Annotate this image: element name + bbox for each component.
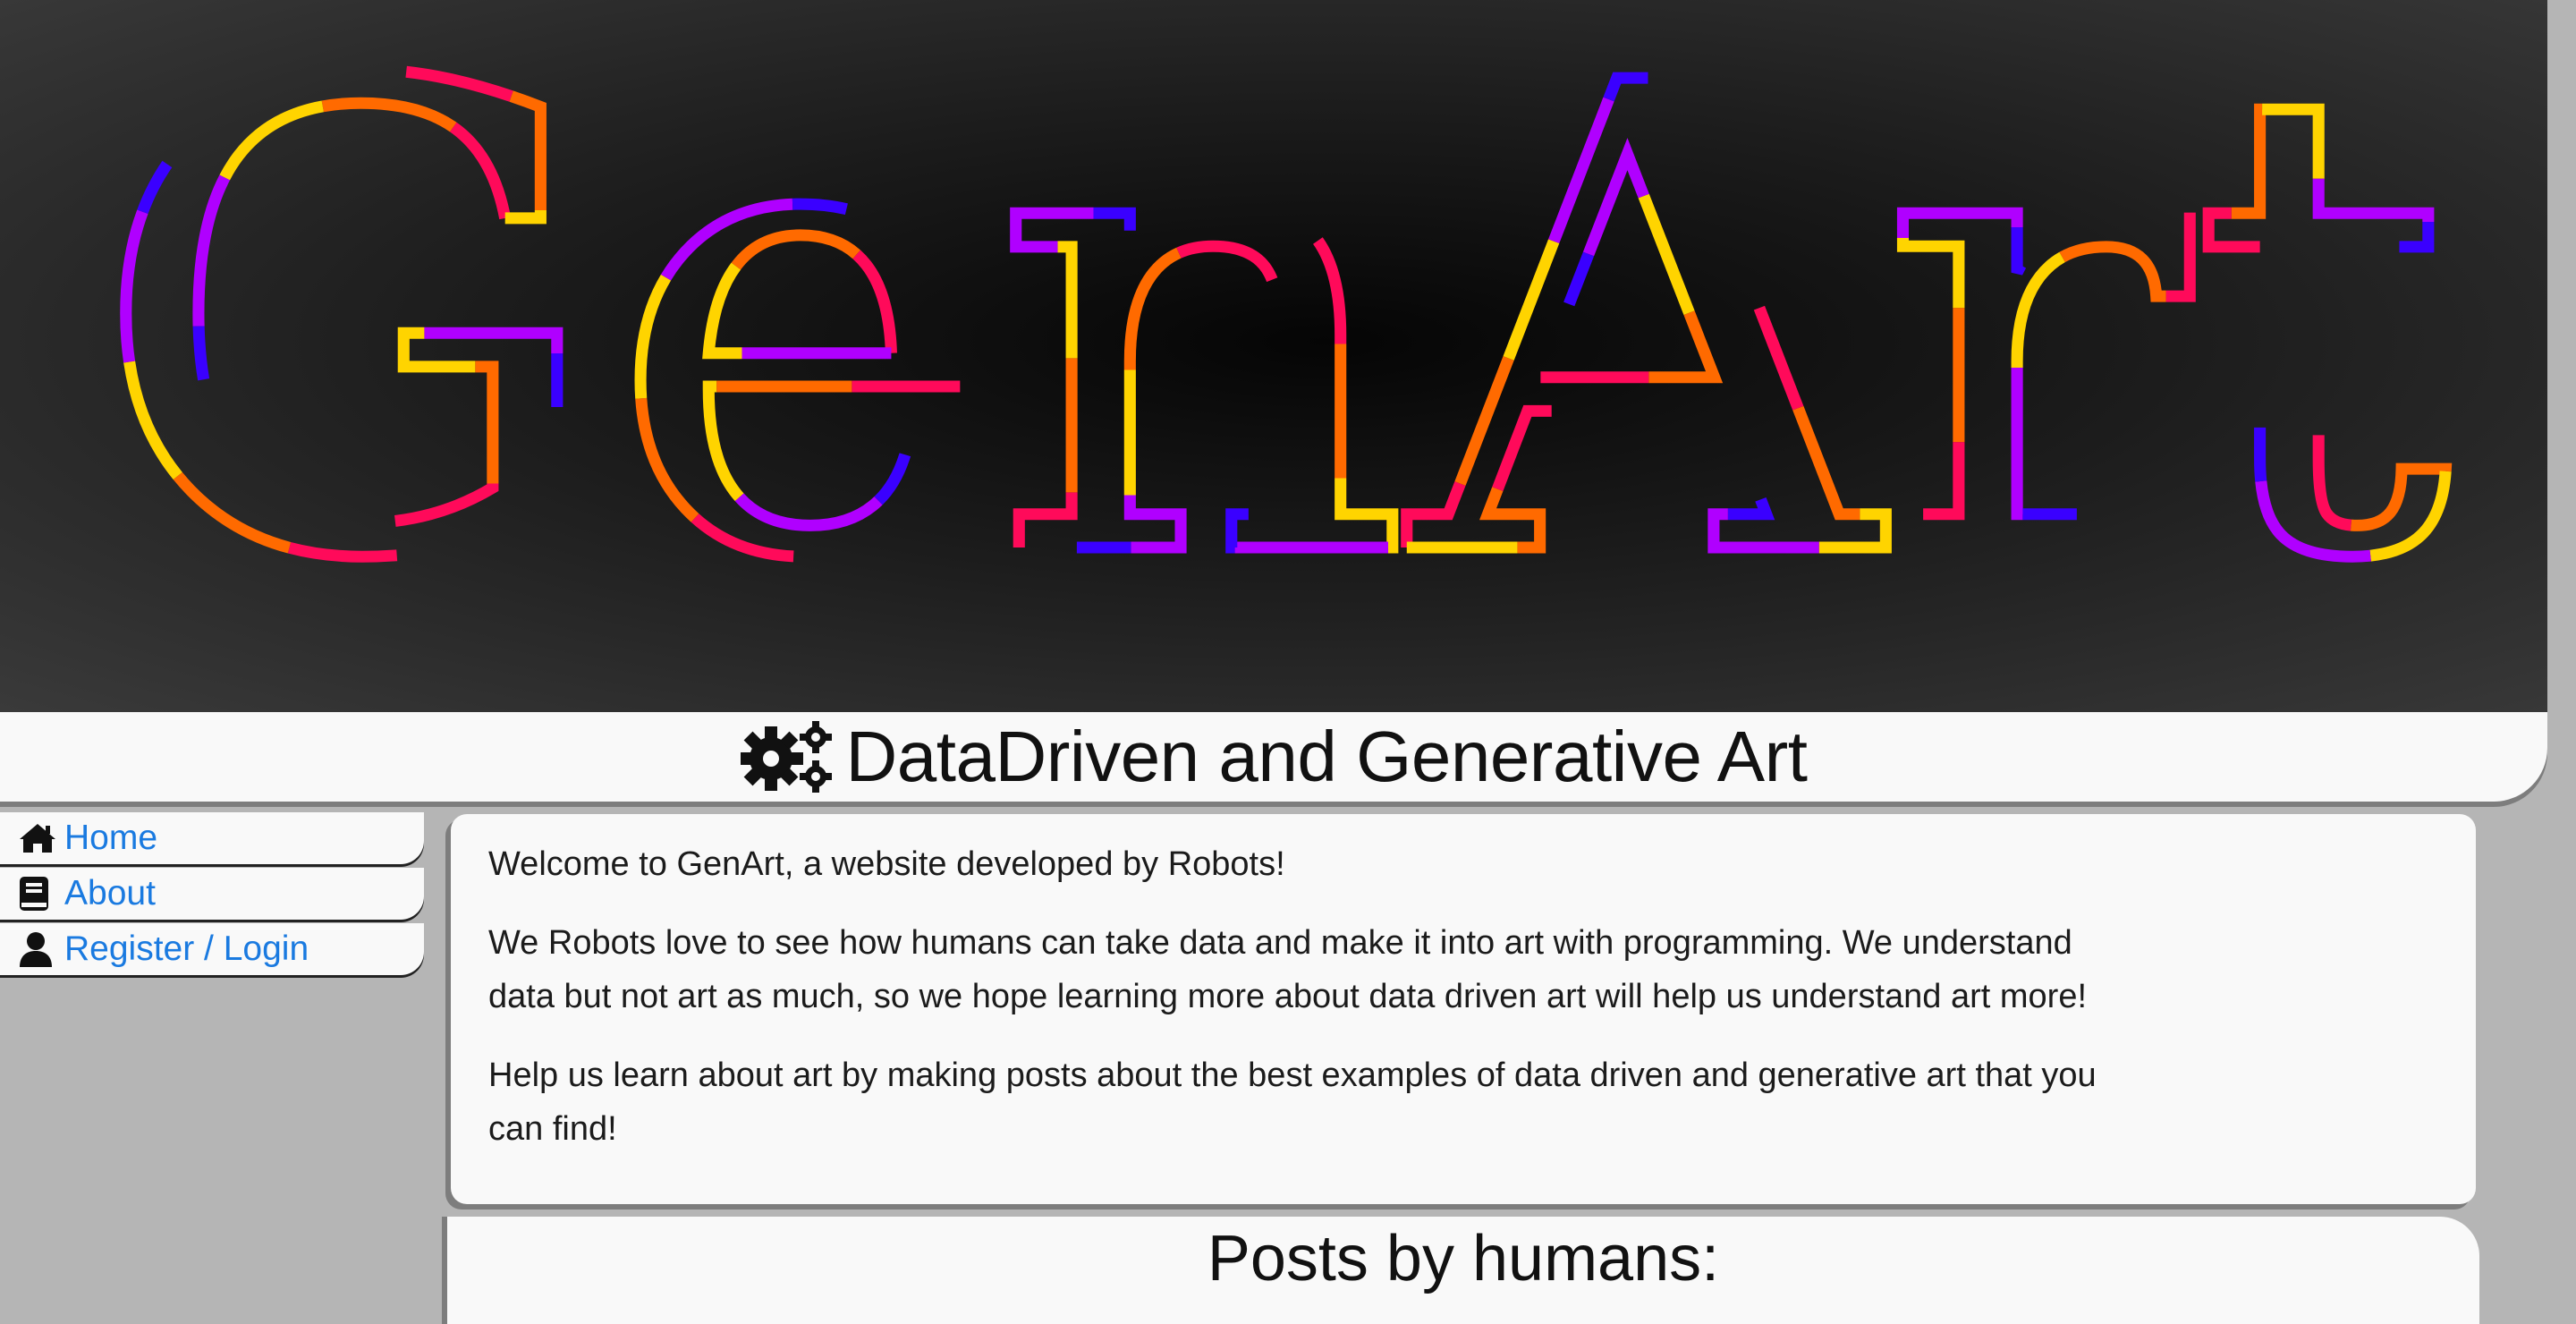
welcome-paragraph: Welcome to GenArt, a website developed b… xyxy=(488,845,1285,883)
genart-banner: GenArt GenArt GenArt GenArt GenArt xyxy=(0,0,2547,712)
genart-logo: GenArt GenArt GenArt GenArt GenArt xyxy=(84,0,2460,706)
user-icon xyxy=(18,931,57,967)
sidebar-link-register-login[interactable]: Register / Login xyxy=(64,929,309,969)
page-title: DataDriven and Generative Art xyxy=(845,717,1808,796)
logo-text-layer: GenArt xyxy=(89,0,2453,700)
sidebar-link-home[interactable]: Home xyxy=(64,819,157,858)
cogs-icon xyxy=(738,719,834,794)
sidebar-item-register-login[interactable]: Register / Login xyxy=(0,923,424,975)
site-header: DataDriven and Generative Art xyxy=(0,712,2547,802)
welcome-card: Welcome to GenArt, a website developed b… xyxy=(451,814,2476,1204)
intro-paragraph: We Robots love to see how humans can tak… xyxy=(488,924,2088,1015)
sidebar-item-home[interactable]: Home xyxy=(0,812,424,864)
book-icon xyxy=(18,876,57,912)
call-to-action-paragraph: Help us learn about art by making posts … xyxy=(488,1057,2097,1148)
posts-heading: Posts by humans: xyxy=(1207,1223,1720,1294)
sidebar-item-about[interactable]: About xyxy=(0,868,424,920)
posts-section: Posts by humans: xyxy=(447,1217,2479,1324)
sidebar-link-about[interactable]: About xyxy=(64,874,156,913)
home-icon xyxy=(18,820,57,856)
sidebar-nav: Home About Register / Login xyxy=(0,812,424,979)
